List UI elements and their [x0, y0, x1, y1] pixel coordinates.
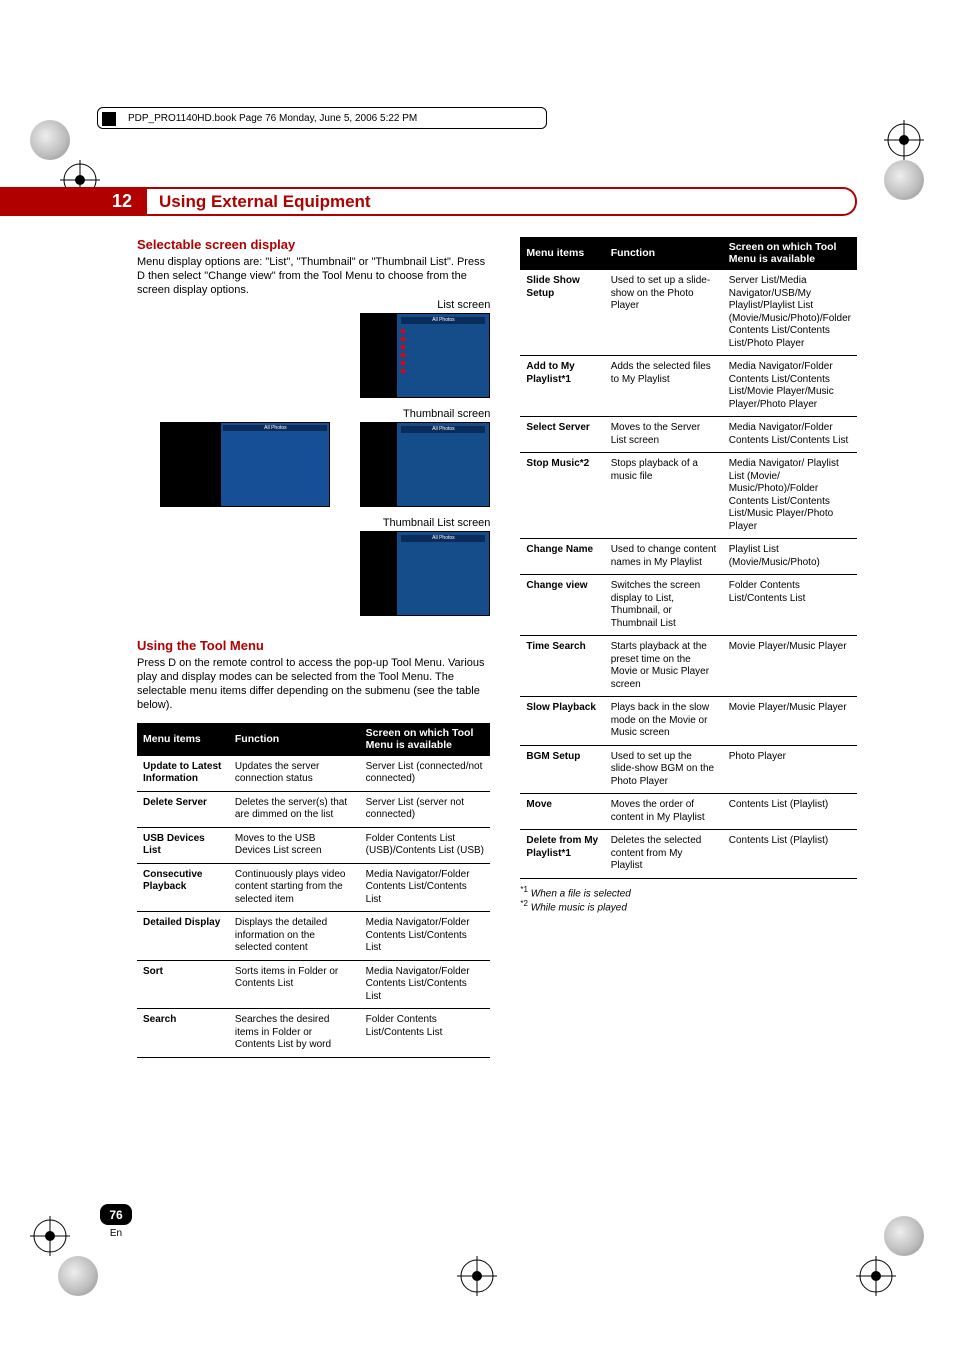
footnote2-text: While music is played	[531, 902, 627, 913]
footnote2-mark: *2	[520, 899, 528, 908]
reg-circle-tr2	[884, 160, 924, 200]
table-row: BGM SetupUsed to set up the slide-show B…	[520, 745, 857, 794]
caption-list-screen: List screen	[137, 299, 490, 311]
reg-circle-tl	[30, 120, 70, 160]
left-th-menu-items: Menu items	[137, 723, 229, 756]
content-columns: Selectable screen display Menu display o…	[137, 237, 857, 1058]
reg-circle-bl	[58, 1256, 98, 1296]
chapter-title: Using External Equipment	[159, 192, 371, 212]
table-row: Slide Show SetupUsed to set up a slide-s…	[520, 270, 857, 356]
caption-thumbnail-screen: Thumbnail screen	[137, 408, 490, 420]
chapter-row: 12 Using External Equipment	[97, 187, 857, 216]
table-row: Delete ServerDeletes the server(s) that …	[137, 791, 490, 827]
table-row: Time SearchStarts playback at the preset…	[520, 636, 857, 697]
header-bar-icon	[102, 112, 116, 126]
page-number: 76	[109, 1208, 122, 1222]
table-row: Detailed DisplayDisplays the detailed in…	[137, 912, 490, 961]
page-number-wrap: 76 En	[100, 1204, 132, 1244]
footnote1-mark: *1	[520, 885, 528, 894]
screenshot-list-screen: All Photos	[360, 313, 490, 398]
table-row: Select ServerMoves to the Server List sc…	[520, 417, 857, 453]
table-row: Change viewSwitches the screen display t…	[520, 575, 857, 636]
table-row: Consecutive PlaybackContinuously plays v…	[137, 863, 490, 912]
reg-circle-br2	[884, 1216, 924, 1256]
table-row: Add to My Playlist*1Adds the selected fi…	[520, 356, 857, 417]
paragraph-using-tool-menu: Press D on the remote control to access …	[137, 656, 490, 712]
left-th-function: Function	[229, 723, 360, 756]
table-row: Update to Latest InformationUpdates the …	[137, 755, 490, 791]
reg-ring-tr	[884, 120, 924, 160]
table-row: SortSorts items in Folder or Contents Li…	[137, 960, 490, 1009]
left-column: Selectable screen display Menu display o…	[137, 237, 490, 1058]
book-header-text: PDP_PRO1140HD.book Page 76 Monday, June …	[128, 113, 417, 124]
right-column: Menu items Function Screen on which Tool…	[520, 237, 857, 1058]
table-row: Change NameUsed to change content names …	[520, 539, 857, 575]
reg-ring-bl2	[30, 1216, 70, 1256]
table-row: Slow PlaybackPlays back in the slow mode…	[520, 697, 857, 746]
chapter-title-pill: Using External Equipment	[147, 187, 857, 216]
reg-ring-br	[856, 1256, 896, 1296]
screenshot-thumbnail-screen-menu: All Photos	[160, 422, 330, 507]
screenshot-thumbnail-screen: All Photos	[360, 422, 490, 507]
left-menu-table: Menu items Function Screen on which Tool…	[137, 723, 490, 1058]
table-row: Delete from My Playlist*1Deletes the sel…	[520, 830, 857, 879]
page-root: PDP_PRO1140HD.book Page 76 Monday, June …	[0, 0, 954, 1351]
table-row: Stop Music*2Stops playback of a music fi…	[520, 453, 857, 539]
chapter-number: 12	[112, 191, 132, 212]
chapter-fill	[0, 187, 97, 216]
table-row: USB Devices ListMoves to the USB Devices…	[137, 827, 490, 863]
screenshot-thumbnail-list-screen: All Photos	[360, 531, 490, 616]
right-th-menu-items: Menu items	[520, 237, 604, 270]
caption-thumbnail-list-screen: Thumbnail List screen	[137, 517, 490, 529]
footnote1-text: When a file is selected	[531, 888, 631, 899]
page-lang: En	[110, 1228, 122, 1239]
right-th-screen: Screen on which Tool Menu is available	[723, 237, 857, 270]
reg-ring-bc	[457, 1256, 497, 1296]
chapter-number-badge: 12	[97, 187, 147, 216]
heading-selectable-screen-display: Selectable screen display	[137, 237, 490, 252]
table-row: MoveMoves the order of content in My Pla…	[520, 794, 857, 830]
right-menu-table: Menu items Function Screen on which Tool…	[520, 237, 857, 879]
right-th-function: Function	[605, 237, 723, 270]
paragraph-selectable-screen-display: Menu display options are: "List", "Thumb…	[137, 255, 490, 297]
page-number-badge: 76	[100, 1204, 132, 1225]
heading-using-tool-menu: Using the Tool Menu	[137, 638, 490, 653]
table-row: SearchSearches the desired items in Fold…	[137, 1009, 490, 1058]
footnotes: *1 When a file is selected *2 While musi…	[520, 885, 857, 914]
left-th-screen: Screen on which Tool Menu is available	[360, 723, 491, 756]
book-header: PDP_PRO1140HD.book Page 76 Monday, June …	[97, 107, 547, 129]
